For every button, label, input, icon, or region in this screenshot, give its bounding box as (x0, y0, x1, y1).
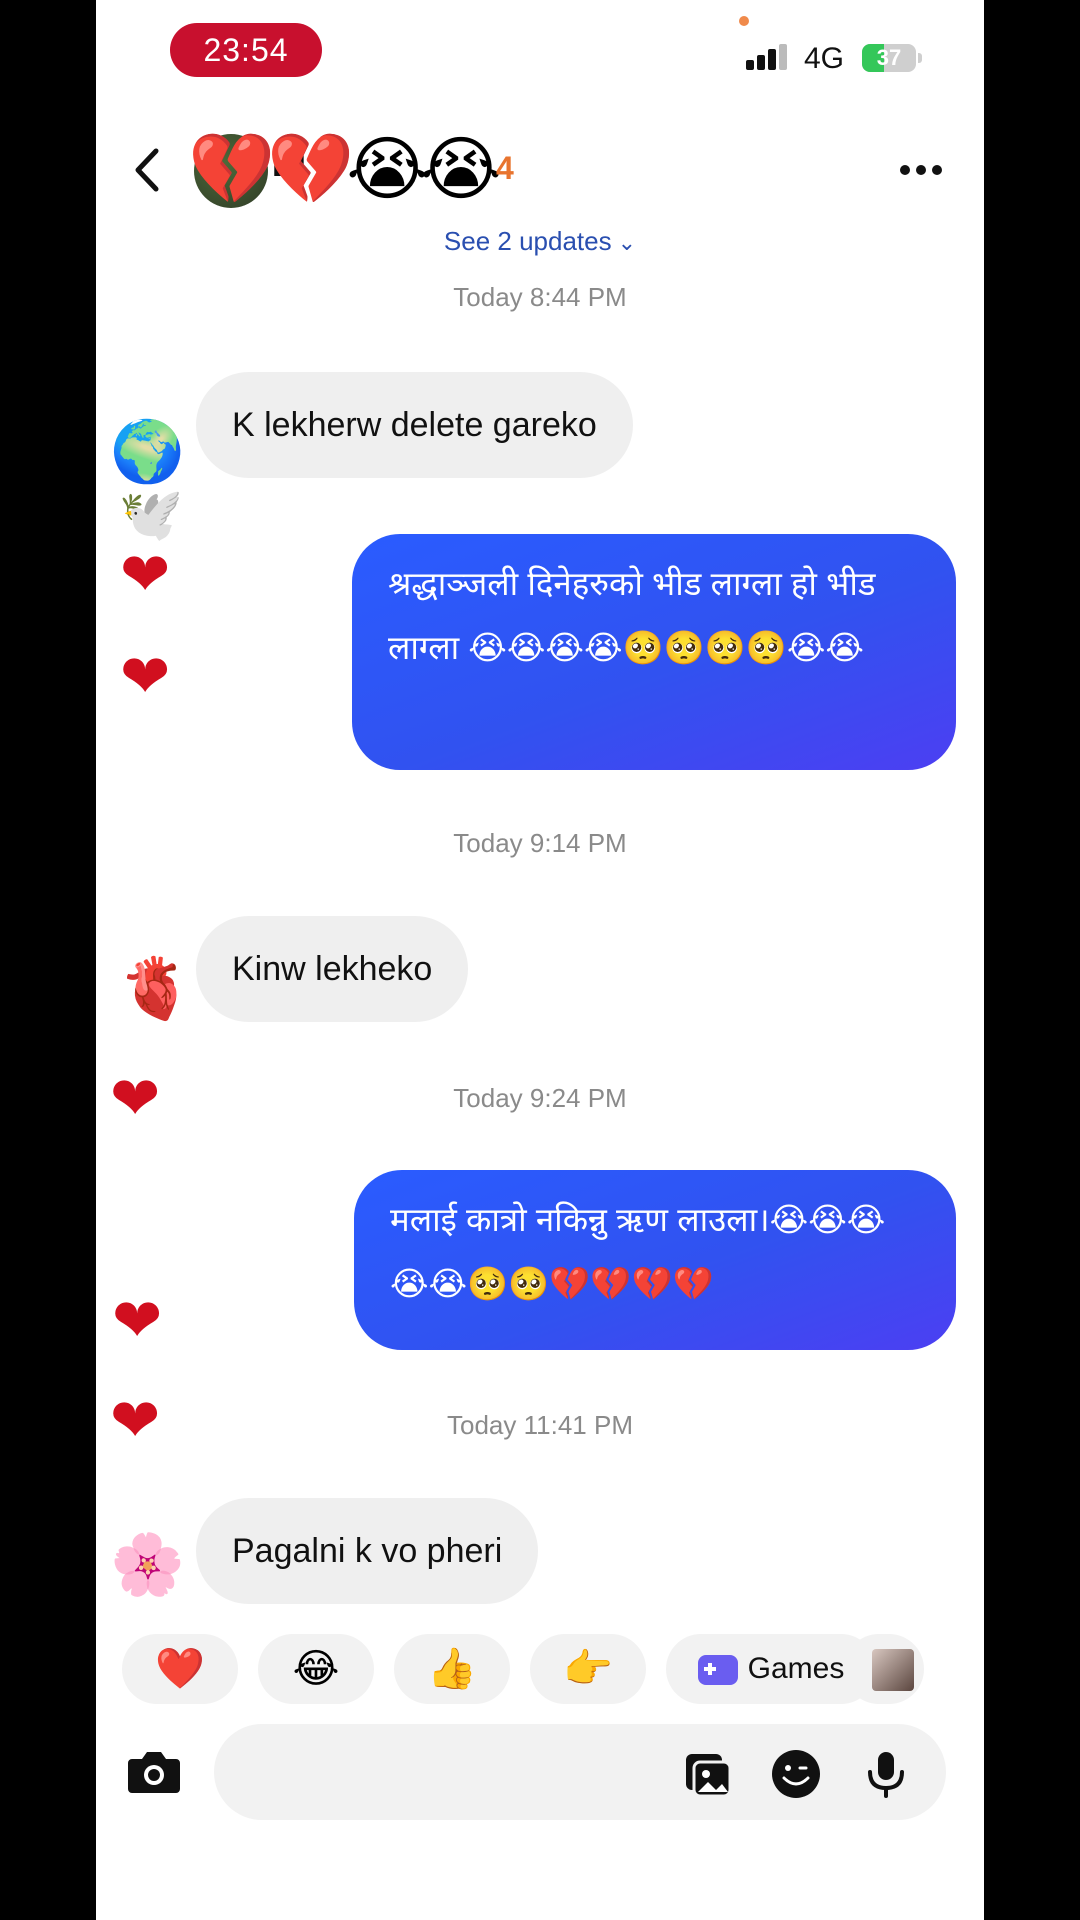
sender-avatar[interactable]: 🫀 (118, 954, 193, 1024)
sender-avatar[interactable]: 🌍 (110, 417, 185, 487)
back-button[interactable] (126, 145, 166, 195)
message-input[interactable] (214, 1724, 946, 1820)
chat-screen: 23:54 4G 37 DI 💔💔😭😭 4 See 2 updates ⌄ Tod… (96, 0, 984, 1920)
more-horizontal-icon (900, 165, 942, 175)
quick-reaction-laugh[interactable]: 😂 (258, 1634, 374, 1704)
quick-reaction-point[interactable]: 👉 (530, 1634, 646, 1704)
signal-icon (746, 44, 790, 70)
chevron-down-icon: ⌄ (617, 230, 637, 255)
gallery-icon (686, 1754, 732, 1798)
message-bubble-incoming[interactable]: Pagalni k vo pheri (196, 1498, 539, 1604)
heart-reaction: ❤ (112, 1287, 163, 1354)
quick-reactions-bar: ❤️ 😂 👍 👉 Games (122, 1634, 984, 1704)
message-bubble-incoming[interactable]: K lekherw delete gareko (196, 372, 633, 478)
quick-reaction-heart[interactable]: ❤️ (122, 1634, 238, 1704)
sender-avatar[interactable]: 🌸 (110, 1530, 185, 1600)
more-options-button[interactable] (896, 150, 946, 190)
microphone-button[interactable] (860, 1748, 912, 1800)
quick-reaction-thumbs-up[interactable]: 👍 (394, 1634, 510, 1704)
camera-icon (128, 1752, 180, 1793)
heart-reaction: ❤ (120, 541, 171, 608)
chat-title-emojis[interactable]: 💔💔😭😭 (188, 124, 502, 214)
battery-level: 37 (876, 45, 902, 70)
see-updates-link[interactable]: See 2 updates ⌄ (96, 226, 984, 257)
privacy-indicator-dot (739, 16, 749, 26)
timestamp: Today 11:41 PM (447, 1410, 633, 1440)
sticker-avatar-chip[interactable] (844, 1634, 924, 1704)
microphone-icon (868, 1752, 904, 1798)
timestamp: Today 8:44 PM (453, 282, 627, 312)
heart-reaction: ❤ (120, 643, 171, 710)
battery-icon: 37 (862, 44, 916, 72)
status-time: 23:54 (170, 23, 322, 77)
message-bubble-incoming[interactable]: Kinw lekheko (196, 916, 469, 1022)
sticker-face-icon (772, 1750, 820, 1798)
camera-button[interactable] (126, 1743, 182, 1799)
network-type: 4G (804, 42, 845, 75)
sticker-button[interactable] (770, 1748, 822, 1800)
timestamp: Today 9:24 PM (453, 1083, 627, 1113)
timestamp: Today 9:14 PM (453, 828, 627, 858)
message-bubble-outgoing[interactable]: मलाई कात्रो नकिन्नु ऋण लाउला।😭😭😭😭😭🥺🥺💔💔💔💔 (354, 1170, 956, 1350)
gallery-button[interactable] (682, 1748, 734, 1800)
gamepad-icon (697, 1655, 738, 1686)
message-bubble-outgoing[interactable]: श्रद्धाञ्जली दिनेहरुको भीड लाग्ला हो भीड… (352, 534, 956, 770)
avatar-photo (872, 1649, 914, 1691)
chevron-left-icon (135, 148, 159, 192)
chat-title-count: 4 (496, 150, 514, 186)
